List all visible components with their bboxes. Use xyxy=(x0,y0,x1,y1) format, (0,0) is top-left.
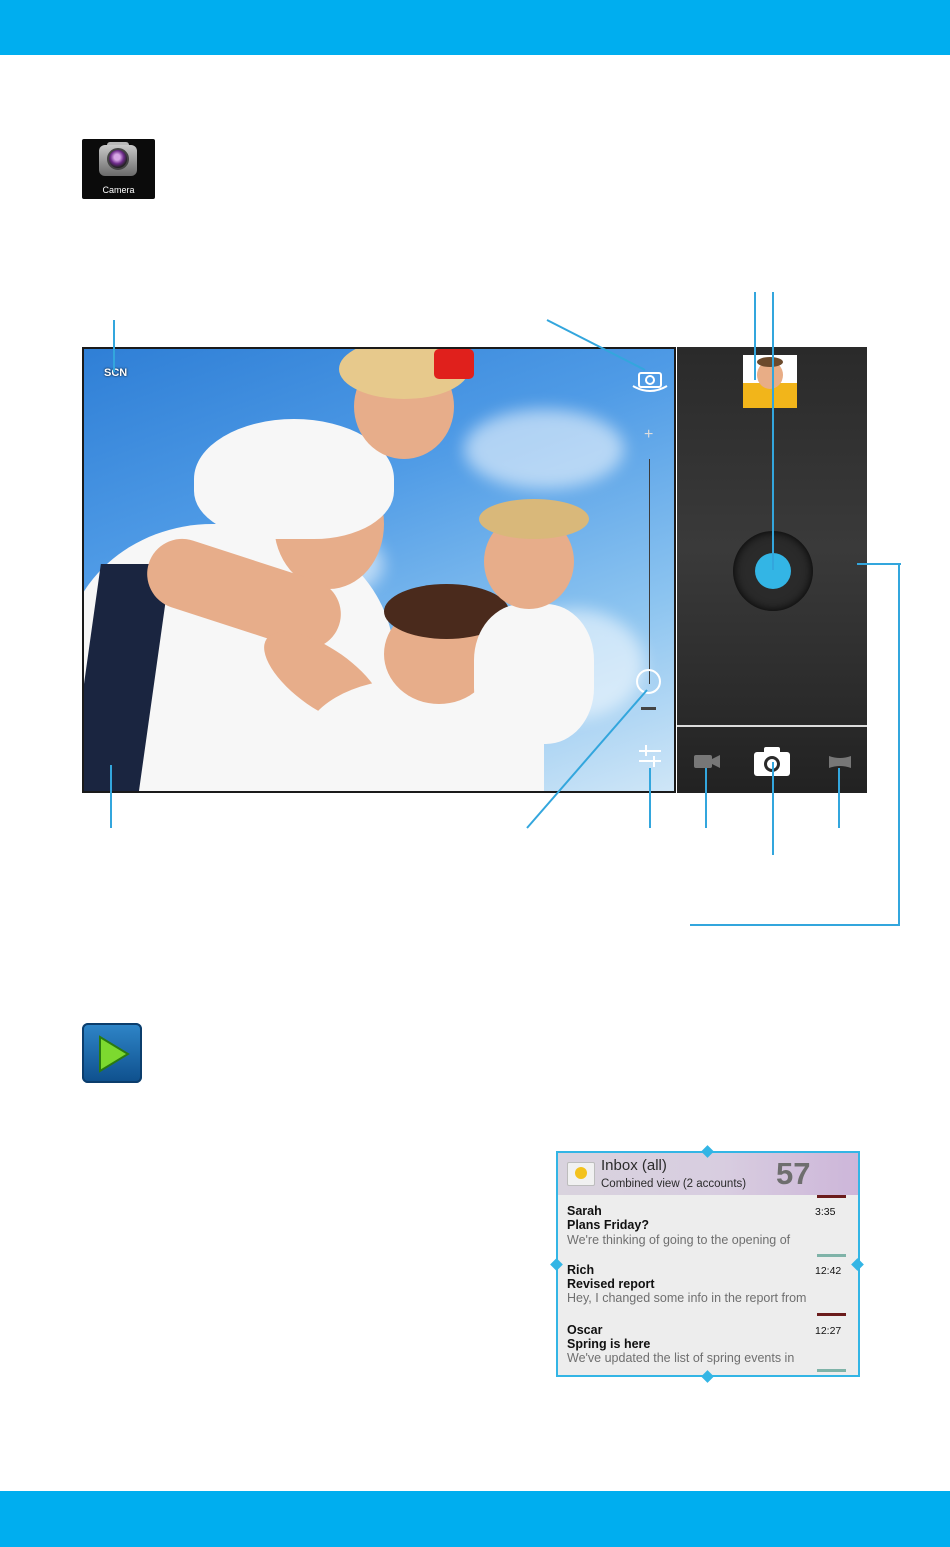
panorama-icon[interactable] xyxy=(826,750,854,772)
widget-title: Inbox (all) xyxy=(601,1157,667,1174)
play-triangle-icon xyxy=(99,1035,130,1073)
last-photo-thumbnail[interactable] xyxy=(743,355,797,408)
message-preview: We're thinking of going to the opening o… xyxy=(567,1233,791,1247)
message-sender: Sarah xyxy=(567,1204,602,1218)
email-app-icon xyxy=(567,1162,595,1186)
account-color-strip xyxy=(817,1313,846,1316)
message-preview: We've updated the list of spring events … xyxy=(567,1351,795,1365)
message-subject: Plans Friday? xyxy=(567,1218,649,1232)
callout-line xyxy=(690,924,900,926)
top-banner xyxy=(0,0,950,55)
callout-line xyxy=(705,768,707,828)
callout-line xyxy=(754,292,756,380)
callout-line xyxy=(113,320,115,372)
small-girl-hair xyxy=(479,499,589,539)
message-preview: Hey, I changed some info in the report f… xyxy=(567,1291,807,1305)
list-item[interactable]: Rich 12:42 Revised report Hey, I changed… xyxy=(558,1253,858,1313)
camera-app-icon[interactable]: Camera xyxy=(82,139,155,199)
cloud xyxy=(464,409,624,489)
list-item[interactable]: Sarah 3:35 Plans Friday? We're thinking … xyxy=(558,1195,858,1253)
callout-line xyxy=(898,563,900,926)
message-subject: Spring is here xyxy=(567,1337,651,1351)
callout-line xyxy=(546,319,646,371)
callout-line xyxy=(526,689,648,829)
camera-app-label: Camera xyxy=(102,185,135,195)
callout-line xyxy=(838,768,840,828)
message-sender: Oscar xyxy=(567,1323,603,1337)
unread-count: 57 xyxy=(776,1156,811,1191)
message-time: 3:35 xyxy=(815,1206,836,1218)
message-time: 12:27 xyxy=(815,1325,842,1337)
account-color-strip xyxy=(817,1254,846,1257)
video-camera-icon[interactable] xyxy=(692,750,722,772)
play-store-icon[interactable] xyxy=(82,1023,142,1083)
thumbnail-hair xyxy=(757,357,783,367)
zoom-track[interactable] xyxy=(649,459,650,684)
callout-line xyxy=(857,563,901,565)
widget-header[interactable]: Inbox (all) Combined view (2 accounts) 5… xyxy=(558,1153,858,1195)
camera-lens-shape xyxy=(107,148,129,170)
girl-headband xyxy=(434,349,474,379)
callout-line xyxy=(110,765,112,828)
bottom-banner xyxy=(0,1491,950,1547)
widget-subtitle: Combined view (2 accounts) xyxy=(601,1178,747,1190)
account-color-strip xyxy=(817,1195,846,1198)
callout-line xyxy=(772,292,774,570)
callout-line xyxy=(649,768,651,828)
panel-divider xyxy=(677,725,867,727)
email-widget[interactable]: Inbox (all) Combined view (2 accounts) 5… xyxy=(556,1151,860,1377)
account-color-strip xyxy=(817,1369,846,1372)
list-item[interactable]: Oscar 12:27 Spring is here We've updated… xyxy=(558,1313,858,1375)
message-sender: Rich xyxy=(567,1263,595,1277)
message-subject: Revised report xyxy=(567,1277,655,1291)
zoom-in-icon[interactable]: + xyxy=(644,426,653,444)
message-time: 12:42 xyxy=(815,1265,842,1277)
callout-line xyxy=(772,762,774,855)
scene-mode-label[interactable]: SCN xyxy=(104,367,127,379)
